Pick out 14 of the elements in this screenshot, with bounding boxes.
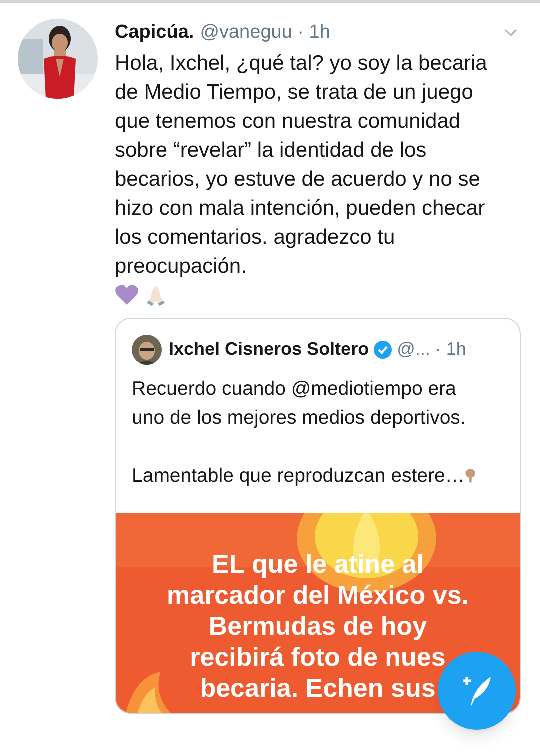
handle-and-time: @vaneguu · 1h xyxy=(200,21,330,45)
image-caption-line: Bermudas de hoy xyxy=(208,610,428,642)
quoted-tweet-card[interactable] xyxy=(115,318,521,714)
handle-and-time: @... · 1h xyxy=(397,338,466,361)
image-caption-line: recibirá foto de nues xyxy=(190,642,446,672)
tweet-text: Hola, Ixchel, ¿qué tal? yo soy la becaria de Medio Tiempo, se trata de un juego que tenemos con nuestra comunidad sobre “revelar” la identidad de los becarios, yo estuve de acuerdo y no se hizo con mala intención, pueden checar los comentarios. agradezco tu preocupación. xyxy=(115,50,488,280)
image-caption-line: marcador del México vs. xyxy=(166,580,470,610)
image-caption-line: becaria. Echen sus xyxy=(200,672,436,704)
display-name: Capicúa. xyxy=(115,21,194,45)
quoted-text: Recuerdo cuando @mediotiempo era uno de los mejores medios deportivos. xyxy=(132,376,467,430)
display-name: Ixchel Cisneros Soltero xyxy=(169,338,370,361)
heart-icon xyxy=(115,284,139,306)
image-caption-line: EL que le atine al xyxy=(212,548,424,580)
quoted-text: Lamentable que reproduzcan estere… xyxy=(132,464,465,488)
